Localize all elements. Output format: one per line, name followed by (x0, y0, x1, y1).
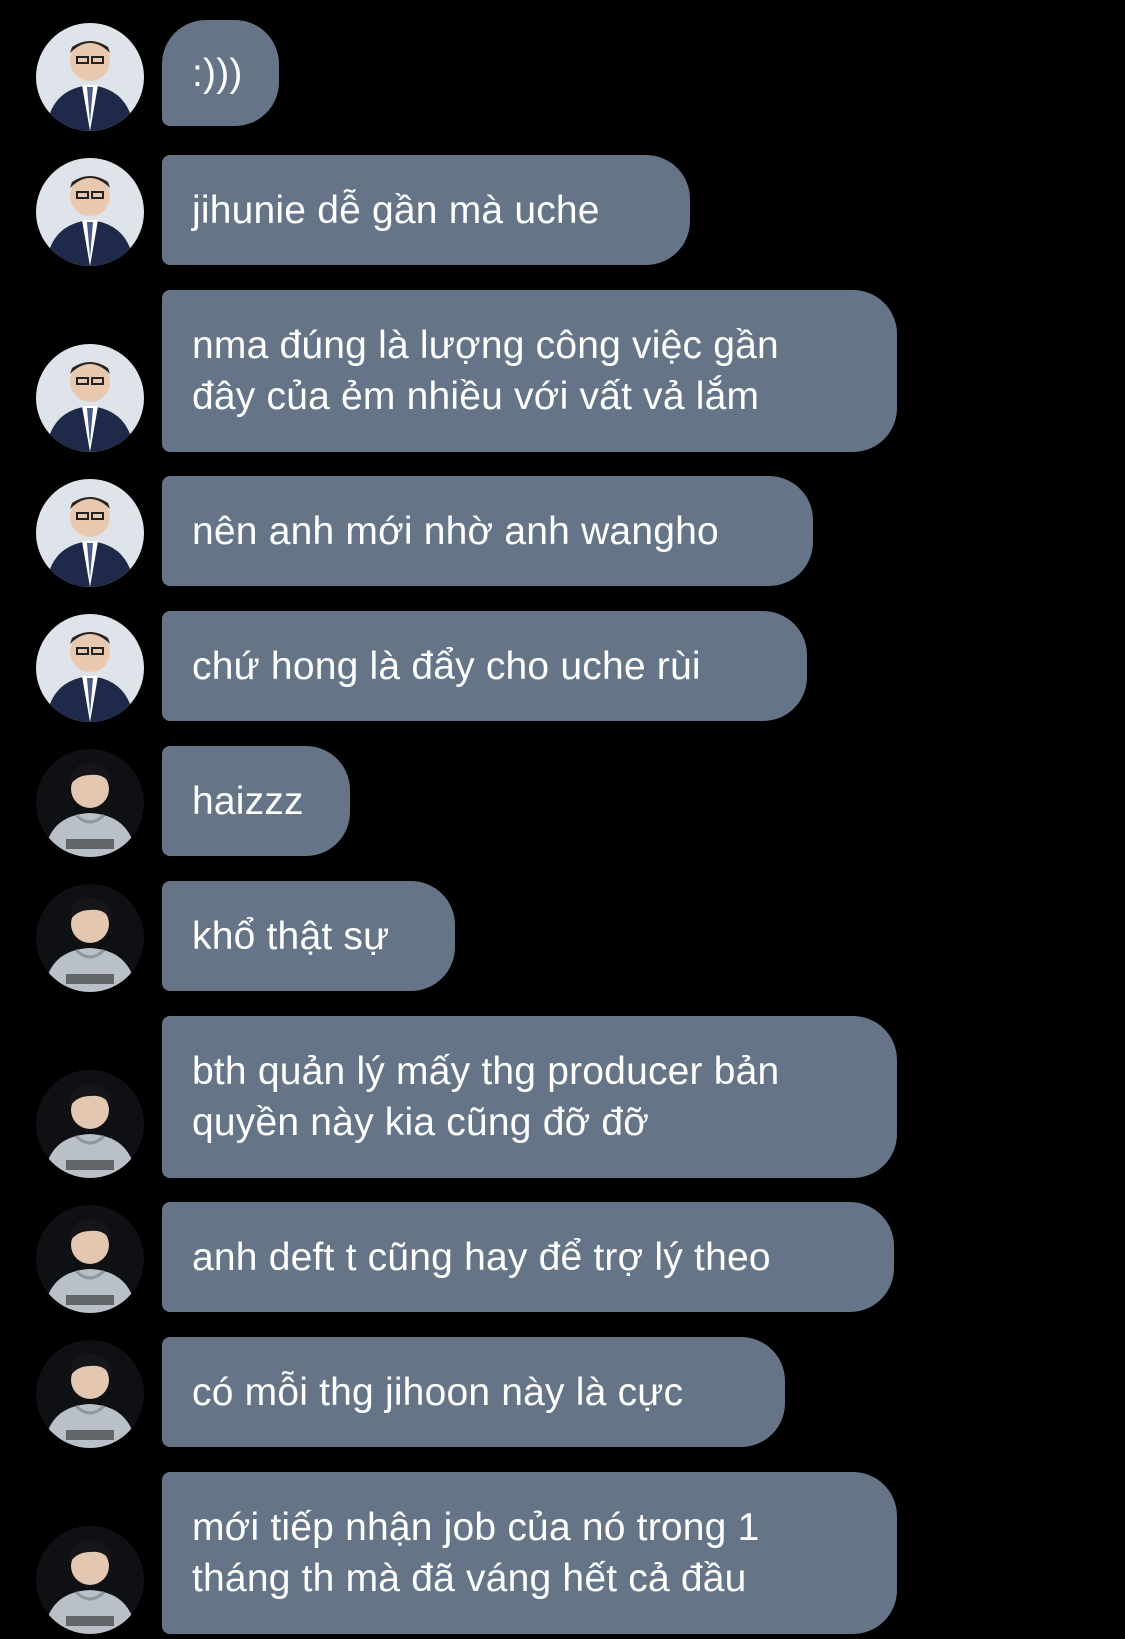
message-row: có mỗi thg jihoon này là cực (0, 1337, 1125, 1448)
message-text: bth quản lý mấy thg producer bản (192, 1050, 780, 1093)
message-text: đây của ẻm nhiều với vất vả lắm (192, 375, 760, 418)
message-text: khổ thật sự (192, 914, 390, 958)
message-bubble[interactable]: anh deft t cũng hay để trợ lý theo (162, 1202, 894, 1312)
message-row: haizzz (0, 746, 1125, 857)
message-row: mới tiếp nhận job của nó trong 1 tháng t… (0, 1472, 1125, 1634)
message-text: anh deft t cũng hay để trợ lý theo (192, 1235, 771, 1279)
message-text: chứ hong là đẩy cho uche rùi (192, 644, 701, 688)
avatar[interactable] (36, 1070, 144, 1178)
avatar[interactable] (36, 479, 144, 587)
message-text: tháng th mà đã váng hết cả đầu (192, 1557, 747, 1600)
message-row: khổ thật sự (0, 881, 1125, 992)
message-text: jihunie dễ gần mà uche (192, 188, 600, 232)
message-row: jihunie dễ gần mà uche (0, 155, 1125, 266)
avatar[interactable] (36, 614, 144, 722)
message-text: có mỗi thg jihoon này là cực (192, 1370, 684, 1414)
message-text: nma đúng là lượng công việc gần (192, 324, 779, 367)
avatar[interactable] (36, 158, 144, 266)
message-bubble[interactable]: :))) (162, 20, 279, 126)
message-row: anh deft t cũng hay để trợ lý theo (0, 1202, 1125, 1313)
message-bubble[interactable]: nên anh mới nhờ anh wangho (162, 476, 813, 586)
message-bubble[interactable]: chứ hong là đẩy cho uche rùi (162, 611, 807, 721)
message-text: :))) (192, 51, 243, 95)
avatar[interactable] (36, 884, 144, 992)
message-text: mới tiếp nhận job của nó trong 1 (192, 1506, 760, 1549)
avatar[interactable] (36, 23, 144, 131)
avatar[interactable] (36, 1526, 144, 1634)
chat-thread: :))) jihunie dễ gần mà uche nma đúng là … (0, 0, 1125, 1639)
message-row: nma đúng là lượng công việc gần đây của … (0, 290, 1125, 452)
message-text: haizzz (192, 779, 304, 823)
message-bubble[interactable]: haizzz (162, 746, 350, 856)
message-bubble[interactable]: mới tiếp nhận job của nó trong 1 tháng t… (162, 1472, 897, 1634)
message-bubble[interactable]: có mỗi thg jihoon này là cực (162, 1337, 785, 1447)
avatar[interactable] (36, 749, 144, 857)
message-bubble[interactable]: khổ thật sự (162, 881, 455, 991)
avatar[interactable] (36, 344, 144, 452)
message-bubble[interactable]: nma đúng là lượng công việc gần đây của … (162, 290, 897, 452)
message-row: chứ hong là đẩy cho uche rùi (0, 611, 1125, 722)
message-bubble[interactable]: bth quản lý mấy thg producer bản quyền n… (162, 1016, 897, 1178)
message-bubble[interactable]: jihunie dễ gần mà uche (162, 155, 690, 265)
message-row: bth quản lý mấy thg producer bản quyền n… (0, 1016, 1125, 1178)
message-row: nên anh mới nhờ anh wangho (0, 476, 1125, 587)
avatar[interactable] (36, 1205, 144, 1313)
message-row: :))) (0, 20, 1125, 131)
message-text: nên anh mới nhờ anh wangho (192, 509, 719, 553)
message-text: quyền này kia cũng đỡ đỡ (192, 1101, 650, 1144)
avatar[interactable] (36, 1340, 144, 1448)
